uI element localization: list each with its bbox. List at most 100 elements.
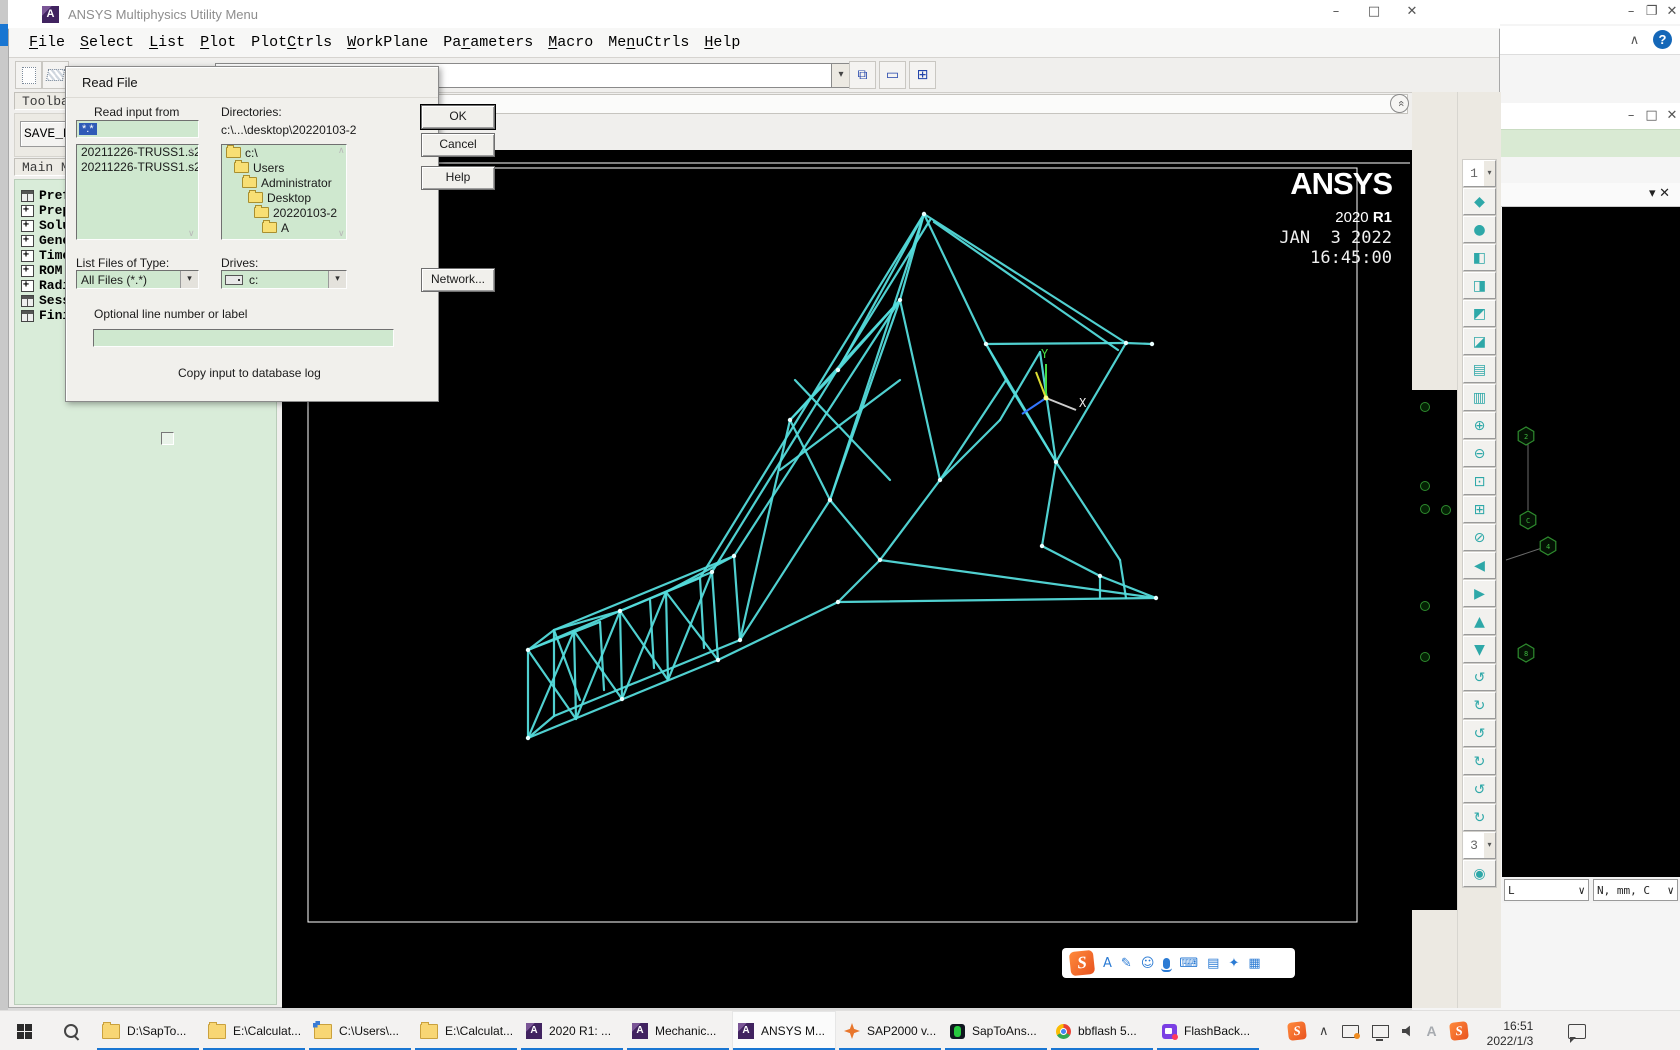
tree-item-icon[interactable]: [21, 264, 34, 277]
read-input-field[interactable]: *.*: [76, 120, 199, 138]
zoom-in[interactable]: ⊕: [1463, 412, 1496, 439]
tree-item-icon[interactable]: [21, 309, 34, 322]
contact-manager-button[interactable]: ⊞: [909, 61, 936, 89]
tree-item-icon[interactable]: [21, 204, 34, 217]
start-button[interactable]: [0, 1011, 48, 1050]
save-db-button[interactable]: SAVE_DB: [20, 121, 70, 147]
view-right[interactable]: ◩: [1463, 300, 1496, 327]
zoom-out[interactable]: ⊖: [1463, 440, 1496, 467]
task-flashback[interactable]: FlashBack...: [1156, 1011, 1260, 1050]
help-button[interactable]: Help: [421, 166, 495, 190]
view-front[interactable]: ◧: [1463, 244, 1496, 271]
file-type-dropdown[interactable]: All Files (*.*) ▾: [76, 270, 199, 289]
ime-mic-icon[interactable]: [1161, 957, 1173, 972]
volume-tray-icon[interactable]: [1401, 1025, 1410, 1037]
task-ansys-launcher[interactable]: A 2020 R1: ...: [520, 1011, 624, 1050]
window-select[interactable]: 1 ▾: [1463, 160, 1496, 187]
drives-arrow-icon[interactable]: ▾: [328, 271, 346, 288]
ime-toolbox-icon[interactable]: ▦: [1248, 956, 1260, 971]
network-button[interactable]: Network...: [421, 268, 495, 292]
pan-down[interactable]: ▼: [1463, 636, 1496, 663]
directory-item[interactable]: Desktop: [222, 190, 346, 205]
taskbar-clock[interactable]: 16:51 2022/1/3: [1487, 1014, 1534, 1049]
minimize-button[interactable]: –: [1328, 4, 1344, 20]
task-folder-d-sapto[interactable]: D:\SapTo...: [96, 1011, 200, 1050]
rotate-minus-z[interactable]: ↻: [1463, 804, 1496, 831]
file-list[interactable]: 20211226-TRUSS1.s2k 20211226-TRUSS1.s2k: [76, 144, 199, 240]
help-icon[interactable]: ?: [1653, 30, 1672, 49]
box-zoom[interactable]: ⊡: [1463, 468, 1496, 495]
file-list-item[interactable]: 20211226-TRUSS1.s2k: [77, 145, 198, 160]
view-iso[interactable]: ◆: [1463, 188, 1496, 215]
ok-button[interactable]: OK: [420, 104, 496, 130]
raise-hidden-button[interactable]: ⧉: [849, 61, 876, 89]
bg-child-minimize-button[interactable]: –: [1623, 108, 1639, 124]
menu-item[interactable]: Select: [80, 34, 134, 51]
view-top[interactable]: ▤: [1463, 356, 1496, 383]
cast-tray-icon[interactable]: [1341, 1024, 1360, 1039]
pan-zoom[interactable]: ⊞: [1463, 496, 1496, 523]
task-folder-c-users[interactable]: C:\Users\...: [308, 1011, 412, 1050]
tree-item-icon[interactable]: [21, 294, 34, 307]
directory-item[interactable]: 20220103-2: [222, 205, 346, 220]
menu-item[interactable]: List: [149, 34, 185, 51]
menu-item[interactable]: MenuCtrls: [608, 34, 689, 51]
sogou-ime-tray-icon[interactable]: S: [1448, 1021, 1469, 1041]
copy-input-checkbox[interactable]: [161, 432, 174, 445]
rotate-plus-y[interactable]: ↺: [1463, 720, 1496, 747]
menu-item[interactable]: Help: [704, 34, 740, 51]
reset-picking-button[interactable]: ▭: [879, 61, 906, 89]
bg-child-close-button[interactable]: ✕: [1664, 108, 1680, 124]
close-button[interactable]: ✕: [1404, 4, 1420, 20]
rotate-plus-z[interactable]: ↺: [1463, 776, 1496, 803]
directory-item[interactable]: c:\: [222, 145, 346, 160]
directory-item[interactable]: Users: [222, 160, 346, 175]
hidden-icons-chevron[interactable]: ∧: [1319, 1024, 1329, 1039]
rotate-minus-x[interactable]: ↻: [1463, 692, 1496, 719]
ansys-tray-icon[interactable]: A: [1427, 1023, 1437, 1039]
ime-emoji-icon[interactable]: ☺: [1141, 956, 1155, 971]
rotate-plus-x[interactable]: ↺: [1463, 664, 1496, 691]
bg-units-combo-2[interactable]: N, mm, C ∨: [1593, 879, 1678, 901]
directory-tree[interactable]: c:\ Users Administrator Desktop 20220103…: [221, 144, 347, 240]
dock-collapse-icon[interactable]: «: [1390, 94, 1409, 113]
ime-skin-icon[interactable]: ✦: [1228, 956, 1239, 971]
task-mechanical-apdl[interactable]: A Mechanic...: [626, 1011, 730, 1050]
menu-item[interactable]: File: [29, 34, 65, 51]
ime-keyboard-icon[interactable]: ⌨: [1179, 956, 1198, 971]
maximize-button[interactable]: □: [1366, 4, 1382, 20]
pan-left[interactable]: ◀: [1463, 552, 1496, 579]
new-file-button[interactable]: [15, 61, 42, 89]
display-tray-icon[interactable]: [1371, 1024, 1389, 1041]
zoom-back[interactable]: ⊘: [1463, 524, 1496, 551]
dir-scroll-down-icon[interactable]: ∨: [338, 230, 436, 239]
file-type-arrow-icon[interactable]: ▾: [180, 271, 198, 288]
input-method-bar[interactable]: S A ✎ ☺ ⌨ ▤ ✦ ▦: [1062, 948, 1295, 978]
bg-child-maximize-button[interactable]: □: [1644, 108, 1660, 124]
task-folder-e-calculat-2[interactable]: E:\Calculat...: [414, 1011, 518, 1050]
cancel-button[interactable]: Cancel: [421, 133, 495, 157]
tree-item-icon[interactable]: [21, 219, 34, 232]
sogou-tray-icon[interactable]: S: [1287, 1021, 1307, 1041]
menu-item[interactable]: WorkPlane: [347, 34, 428, 51]
menu-item[interactable]: Plot: [200, 34, 236, 51]
task-bbflash[interactable]: bbflash 5...: [1050, 1011, 1154, 1050]
file-list-item[interactable]: 20211226-TRUSS1.s2k: [77, 160, 198, 175]
view-bottom[interactable]: ▥: [1463, 384, 1496, 411]
ime-lang-icon[interactable]: A: [1103, 956, 1112, 971]
bg-minimize-button[interactable]: –: [1623, 4, 1639, 20]
rate-select[interactable]: 3 ▾: [1463, 832, 1496, 859]
ime-pen-icon[interactable]: ✎: [1121, 956, 1132, 971]
rotate-minus-y[interactable]: ↻: [1463, 748, 1496, 775]
directory-item[interactable]: Administrator: [222, 175, 346, 190]
task-folder-e-calculat-1[interactable]: E:\Calculat...: [202, 1011, 306, 1050]
bg-restore-button[interactable]: ❐: [1644, 4, 1660, 20]
task-sap2000[interactable]: SAP2000 v...: [838, 1011, 942, 1050]
action-center-icon[interactable]: [1568, 1023, 1587, 1043]
tree-item-icon[interactable]: [21, 279, 34, 292]
drives-dropdown[interactable]: c: ▾: [221, 270, 347, 289]
ribbon-collapse-icon[interactable]: ∧: [1627, 33, 1643, 49]
menu-item[interactable]: Macro: [548, 34, 593, 51]
ime-panel-icon[interactable]: ▤: [1207, 956, 1219, 971]
pan-right[interactable]: ▶: [1463, 580, 1496, 607]
